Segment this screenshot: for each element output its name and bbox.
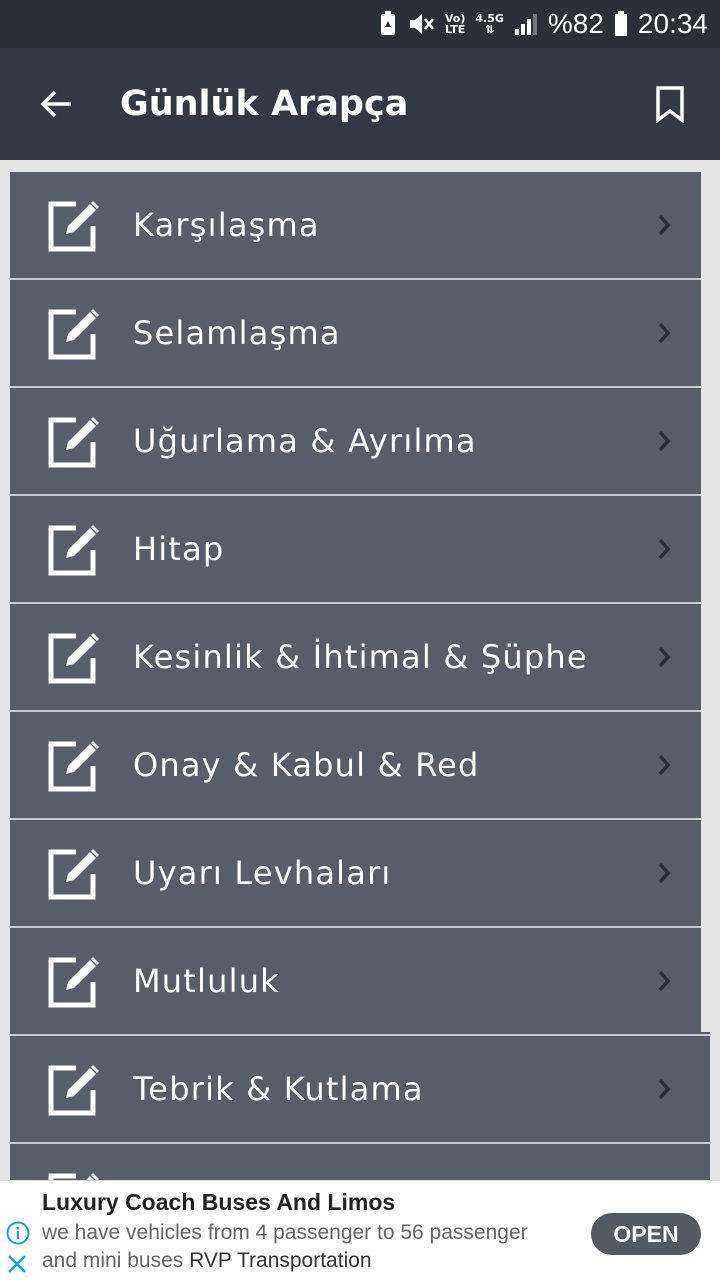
clock: 20:34	[637, 8, 708, 39]
list-item[interactable]	[10, 1144, 710, 1180]
chevron-right-icon	[658, 214, 671, 236]
arrow-left-icon	[40, 90, 71, 118]
list-item-label: Karşılaşma	[133, 206, 320, 244]
bookmark-button[interactable]	[620, 48, 720, 160]
topic-list: Karşılaşma Selamlaşma Uğurlama & Ayrılma Hi…	[10, 172, 710, 1180]
app-bar: Günlük Arapça	[0, 48, 720, 160]
lte-label: LTE	[445, 23, 466, 36]
page-title: Günlük Arapça	[120, 84, 409, 124]
edit-square-icon	[48, 1064, 100, 1116]
list-item-label: Hitap	[133, 530, 225, 568]
list-item-label: Onay & Kabul & Red	[133, 746, 480, 784]
edit-square-icon	[48, 956, 100, 1008]
mute-icon	[407, 11, 435, 37]
battery-percent: %82	[547, 8, 604, 39]
list-item[interactable]: Tebrik & Kutlama	[10, 1036, 710, 1144]
ad-banner[interactable]: Luxury Coach Buses And Limos we have veh…	[0, 1180, 720, 1280]
ad-advertiser: RVP Transportation	[189, 1249, 372, 1272]
edit-square-icon	[48, 632, 100, 684]
data-type-label: 4.5G	[475, 12, 504, 25]
list-item[interactable]: Mutluluk	[10, 928, 710, 1036]
data-type-indicator: 4.5G ⇅	[475, 12, 504, 36]
chevron-right-icon	[658, 430, 671, 452]
list-item-label: Uyarı Levhaları	[133, 854, 392, 892]
chevron-right-icon	[658, 322, 671, 344]
edit-square-icon	[48, 200, 100, 252]
signal-icon	[514, 12, 538, 36]
list-item[interactable]: Kesinlik & İhtimal & Şüphe	[10, 604, 710, 712]
list-item[interactable]: Karşılaşma	[10, 172, 710, 280]
list-item[interactable]: Hitap	[10, 496, 710, 604]
ad-description[interactable]: we have vehicles from 4 passenger to 56 …	[42, 1219, 562, 1275]
chevron-right-icon	[658, 754, 671, 776]
status-bar: Vo) LTE 4.5G ⇅ %82 20:34	[0, 0, 720, 48]
close-icon[interactable]	[6, 1253, 28, 1275]
bookmark-icon	[656, 86, 684, 123]
edit-square-icon	[48, 416, 100, 468]
list-item-label: Uğurlama & Ayrılma	[133, 422, 477, 460]
list-item[interactable]: Uğurlama & Ayrılma	[10, 388, 710, 496]
chevron-right-icon	[658, 1078, 671, 1100]
edit-square-icon	[48, 848, 100, 900]
edit-square-icon	[48, 1172, 100, 1180]
chevron-right-icon	[658, 970, 671, 992]
edit-square-icon	[48, 524, 100, 576]
battery-icon	[614, 11, 628, 37]
list-item[interactable]: Onay & Kabul & Red	[10, 712, 710, 820]
chevron-right-icon	[658, 862, 671, 884]
battery-saver-icon	[379, 11, 397, 37]
chevron-right-icon	[658, 538, 671, 560]
ad-title[interactable]: Luxury Coach Buses And Limos	[42, 1189, 395, 1216]
edit-square-icon	[48, 740, 100, 792]
back-button[interactable]	[0, 48, 112, 160]
info-icon[interactable]	[6, 1221, 30, 1245]
ad-open-button[interactable]: OPEN	[591, 1213, 701, 1255]
list-item-label: Selamlaşma	[133, 314, 341, 352]
edit-square-icon	[48, 308, 100, 360]
list-item[interactable]: Uyarı Levhaları	[10, 820, 710, 928]
list-item[interactable]: Selamlaşma	[10, 280, 710, 388]
list-item-label: Tebrik & Kutlama	[133, 1070, 424, 1108]
list-item-label: Kesinlik & İhtimal & Şüphe	[133, 638, 588, 676]
chevron-right-icon	[658, 646, 671, 668]
volte-indicator: Vo) LTE	[445, 13, 466, 35]
list-item-label: Mutluluk	[133, 962, 280, 1000]
scrollbar[interactable]	[701, 172, 710, 1032]
